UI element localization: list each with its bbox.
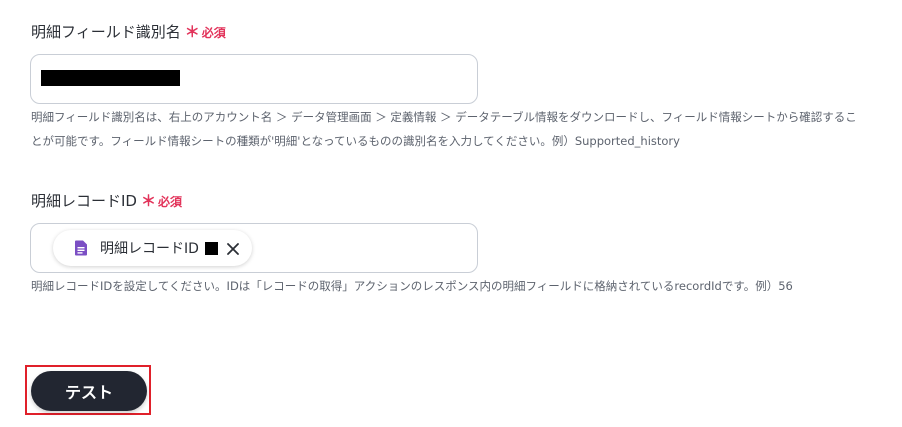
test-button-highlight: テスト bbox=[25, 365, 151, 415]
field-label-text: 明細レコードID bbox=[31, 192, 137, 210]
document-icon bbox=[74, 240, 88, 256]
variable-chip[interactable]: 明細レコードID bbox=[53, 230, 252, 266]
detail-record-id-input[interactable]: 明細レコードID bbox=[30, 223, 478, 273]
close-icon[interactable] bbox=[226, 241, 240, 255]
test-button[interactable]: テスト bbox=[31, 371, 147, 411]
required-badge: 必須 bbox=[201, 26, 226, 40]
detail-record-id-help: 明細レコードIDを設定してください。IDは「レコードの取得」アクションのレスポン… bbox=[31, 274, 881, 298]
required-asterisk: ＊ bbox=[140, 192, 156, 210]
redacted-value bbox=[41, 70, 180, 86]
help-line: 明細フィールド識別名は、右上のアカウント名 ＞ データ管理画面 ＞ 定義情報 ＞… bbox=[31, 110, 857, 124]
required-badge: 必須 bbox=[158, 195, 183, 209]
detail-field-id-help: 明細フィールド識別名は、右上のアカウント名 ＞ データ管理画面 ＞ 定義情報 ＞… bbox=[31, 105, 881, 153]
field-label-text: 明細フィールド識別名 bbox=[31, 23, 181, 41]
required-asterisk: ＊ bbox=[184, 23, 200, 41]
field-label-detail-field-id: 明細フィールド識別名＊必須 bbox=[31, 22, 226, 43]
field-label-detail-record-id: 明細レコードID ＊必須 bbox=[31, 191, 182, 212]
detail-field-id-input[interactable] bbox=[30, 54, 478, 104]
help-line: とが可能です。フィールド情報シートの種類が'明細'となっているものの識別名を入力… bbox=[31, 134, 680, 148]
help-line: 明細レコードIDを設定してください。IDは「レコードの取得」アクションのレスポン… bbox=[31, 279, 793, 293]
chip-label: 明細レコードID bbox=[100, 241, 199, 257]
redacted-value bbox=[204, 241, 218, 255]
